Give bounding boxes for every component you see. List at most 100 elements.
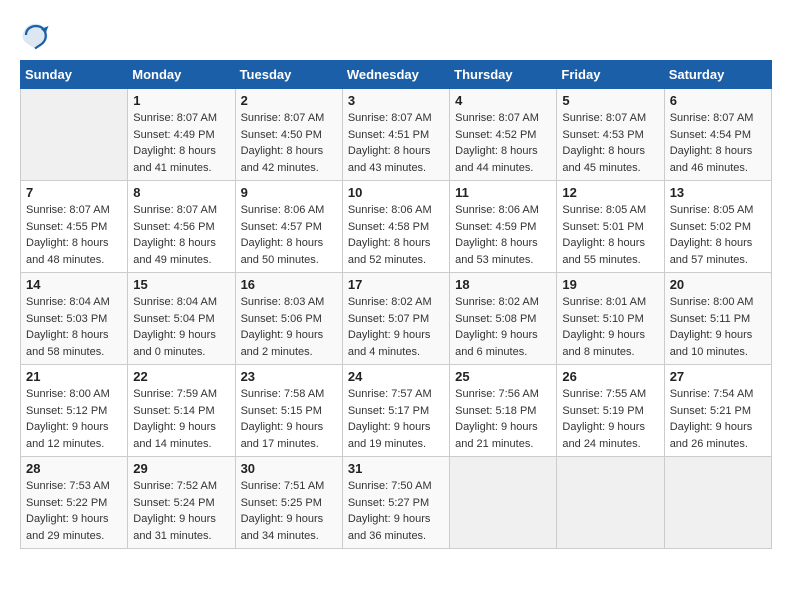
day-number: 1 xyxy=(133,93,229,108)
day-info: Sunrise: 8:07 AMSunset: 4:55 PMDaylight:… xyxy=(26,202,122,268)
day-info: Sunrise: 7:58 AMSunset: 5:15 PMDaylight:… xyxy=(241,386,337,452)
calendar-cell: 11 Sunrise: 8:06 AMSunset: 4:59 PMDayligh… xyxy=(450,181,557,273)
calendar-cell: 5 Sunrise: 8:07 AMSunset: 4:53 PMDaylight… xyxy=(557,89,664,181)
day-number: 7 xyxy=(26,185,122,200)
day-info: Sunrise: 8:07 AMSunset: 4:53 PMDaylight:… xyxy=(562,110,658,176)
day-number: 19 xyxy=(562,277,658,292)
calendar-cell: 27Sunrise: 7:54 AMSunset: 5:21 PMDayligh… xyxy=(664,365,771,457)
calendar-cell: 18 Sunrise: 8:02 AMSunset: 5:08 PMDayligh… xyxy=(450,273,557,365)
day-number: 28 xyxy=(26,461,122,476)
calendar-cell: 12Sunrise: 8:05 AMSunset: 5:01 PMDayligh… xyxy=(557,181,664,273)
day-number: 4 xyxy=(455,93,551,108)
day-info: Sunrise: 8:07 AMSunset: 4:52 PMDaylight:… xyxy=(455,110,551,176)
calendar-cell: 28 Sunrise: 7:53 AMSunset: 5:22 PMDayligh… xyxy=(21,457,128,549)
day-info: Sunrise: 8:00 AMSunset: 5:12 PMDaylight:… xyxy=(26,386,122,452)
day-info: Sunrise: 8:06 AMSunset: 4:57 PMDaylight:… xyxy=(241,202,337,268)
calendar-cell: 4 Sunrise: 8:07 AMSunset: 4:52 PMDaylight… xyxy=(450,89,557,181)
day-info: Sunrise: 8:07 AMSunset: 4:51 PMDaylight:… xyxy=(348,110,444,176)
day-header-tuesday: Tuesday xyxy=(235,61,342,89)
calendar-cell: 25 Sunrise: 7:56 AMSunset: 5:18 PMDayligh… xyxy=(450,365,557,457)
day-info: Sunrise: 8:00 AMSunset: 5:11 PMDaylight:… xyxy=(670,294,766,360)
day-number: 15 xyxy=(133,277,229,292)
calendar-cell: 9 Sunrise: 8:06 AMSunset: 4:57 PMDaylight… xyxy=(235,181,342,273)
logo-icon xyxy=(20,20,50,50)
day-number: 25 xyxy=(455,369,551,384)
day-header-monday: Monday xyxy=(128,61,235,89)
day-info: Sunrise: 8:01 AMSunset: 5:10 PMDaylight:… xyxy=(562,294,658,360)
day-info: Sunrise: 7:59 AMSunset: 5:14 PMDaylight:… xyxy=(133,386,229,452)
calendar-cell: 31 Sunrise: 7:50 AMSunset: 5:27 PMDayligh… xyxy=(342,457,449,549)
calendar-cell: 3 Sunrise: 8:07 AMSunset: 4:51 PMDaylight… xyxy=(342,89,449,181)
calendar-cell: 17 Sunrise: 8:02 AMSunset: 5:07 PMDayligh… xyxy=(342,273,449,365)
day-number: 14 xyxy=(26,277,122,292)
day-info: Sunrise: 8:04 AMSunset: 5:04 PMDaylight:… xyxy=(133,294,229,360)
calendar-cell: 15 Sunrise: 8:04 AMSunset: 5:04 PMDayligh… xyxy=(128,273,235,365)
calendar-cell: 30 Sunrise: 7:51 AMSunset: 5:25 PMDayligh… xyxy=(235,457,342,549)
day-number: 17 xyxy=(348,277,444,292)
calendar-cell xyxy=(21,89,128,181)
calendar-cell: 6 Sunrise: 8:07 AMSunset: 4:54 PMDaylight… xyxy=(664,89,771,181)
day-number: 6 xyxy=(670,93,766,108)
day-number: 10 xyxy=(348,185,444,200)
day-info: Sunrise: 7:52 AMSunset: 5:24 PMDaylight:… xyxy=(133,478,229,544)
day-number: 3 xyxy=(348,93,444,108)
calendar-cell: 24 Sunrise: 7:57 AMSunset: 5:17 PMDayligh… xyxy=(342,365,449,457)
day-header-friday: Friday xyxy=(557,61,664,89)
day-info: Sunrise: 7:51 AMSunset: 5:25 PMDaylight:… xyxy=(241,478,337,544)
day-info: Sunrise: 8:05 AMSunset: 5:01 PMDaylight:… xyxy=(562,202,658,268)
day-info: Sunrise: 7:53 AMSunset: 5:22 PMDaylight:… xyxy=(26,478,122,544)
day-info: Sunrise: 7:50 AMSunset: 5:27 PMDaylight:… xyxy=(348,478,444,544)
day-info: Sunrise: 7:56 AMSunset: 5:18 PMDaylight:… xyxy=(455,386,551,452)
day-info: Sunrise: 8:07 AMSunset: 4:49 PMDaylight:… xyxy=(133,110,229,176)
calendar-cell xyxy=(450,457,557,549)
day-number: 5 xyxy=(562,93,658,108)
calendar-cell: 8 Sunrise: 8:07 AMSunset: 4:56 PMDaylight… xyxy=(128,181,235,273)
calendar-table: SundayMondayTuesdayWednesdayThursdayFrid… xyxy=(20,60,772,549)
calendar-cell: 13 Sunrise: 8:05 AMSunset: 5:02 PMDayligh… xyxy=(664,181,771,273)
day-info: Sunrise: 8:07 AMSunset: 4:50 PMDaylight:… xyxy=(241,110,337,176)
day-number: 13 xyxy=(670,185,766,200)
day-number: 21 xyxy=(26,369,122,384)
day-header-saturday: Saturday xyxy=(664,61,771,89)
day-number: 16 xyxy=(241,277,337,292)
calendar-cell: 26Sunrise: 7:55 AMSunset: 5:19 PMDayligh… xyxy=(557,365,664,457)
day-number: 26 xyxy=(562,369,658,384)
day-number: 8 xyxy=(133,185,229,200)
calendar-cell: 10 Sunrise: 8:06 AMSunset: 4:58 PMDayligh… xyxy=(342,181,449,273)
day-number: 24 xyxy=(348,369,444,384)
calendar-cell: 20 Sunrise: 8:00 AMSunset: 5:11 PMDayligh… xyxy=(664,273,771,365)
day-number: 23 xyxy=(241,369,337,384)
day-number: 31 xyxy=(348,461,444,476)
day-number: 29 xyxy=(133,461,229,476)
calendar-cell: 19 Sunrise: 8:01 AMSunset: 5:10 PMDayligh… xyxy=(557,273,664,365)
day-info: Sunrise: 8:02 AMSunset: 5:07 PMDaylight:… xyxy=(348,294,444,360)
day-number: 30 xyxy=(241,461,337,476)
calendar-cell: 21 Sunrise: 8:00 AMSunset: 5:12 PMDayligh… xyxy=(21,365,128,457)
day-info: Sunrise: 8:07 AMSunset: 4:56 PMDaylight:… xyxy=(133,202,229,268)
day-header-sunday: Sunday xyxy=(21,61,128,89)
calendar-cell: 2 Sunrise: 8:07 AMSunset: 4:50 PMDaylight… xyxy=(235,89,342,181)
day-number: 9 xyxy=(241,185,337,200)
day-header-thursday: Thursday xyxy=(450,61,557,89)
day-header-wednesday: Wednesday xyxy=(342,61,449,89)
day-info: Sunrise: 8:05 AMSunset: 5:02 PMDaylight:… xyxy=(670,202,766,268)
calendar-cell: 22 Sunrise: 7:59 AMSunset: 5:14 PMDayligh… xyxy=(128,365,235,457)
day-info: Sunrise: 8:07 AMSunset: 4:54 PMDaylight:… xyxy=(670,110,766,176)
calendar-cell: 1 Sunrise: 8:07 AMSunset: 4:49 PMDaylight… xyxy=(128,89,235,181)
day-info: Sunrise: 8:06 AMSunset: 4:58 PMDaylight:… xyxy=(348,202,444,268)
day-info: Sunrise: 7:57 AMSunset: 5:17 PMDaylight:… xyxy=(348,386,444,452)
calendar-cell: 7 Sunrise: 8:07 AMSunset: 4:55 PMDaylight… xyxy=(21,181,128,273)
day-number: 27 xyxy=(670,369,766,384)
calendar-cell: 29 Sunrise: 7:52 AMSunset: 5:24 PMDayligh… xyxy=(128,457,235,549)
day-number: 2 xyxy=(241,93,337,108)
calendar-cell: 23 Sunrise: 7:58 AMSunset: 5:15 PMDayligh… xyxy=(235,365,342,457)
day-number: 11 xyxy=(455,185,551,200)
day-info: Sunrise: 8:04 AMSunset: 5:03 PMDaylight:… xyxy=(26,294,122,360)
day-number: 18 xyxy=(455,277,551,292)
day-info: Sunrise: 8:02 AMSunset: 5:08 PMDaylight:… xyxy=(455,294,551,360)
logo xyxy=(20,20,54,50)
day-info: Sunrise: 8:06 AMSunset: 4:59 PMDaylight:… xyxy=(455,202,551,268)
day-number: 22 xyxy=(133,369,229,384)
day-number: 20 xyxy=(670,277,766,292)
day-info: Sunrise: 8:03 AMSunset: 5:06 PMDaylight:… xyxy=(241,294,337,360)
